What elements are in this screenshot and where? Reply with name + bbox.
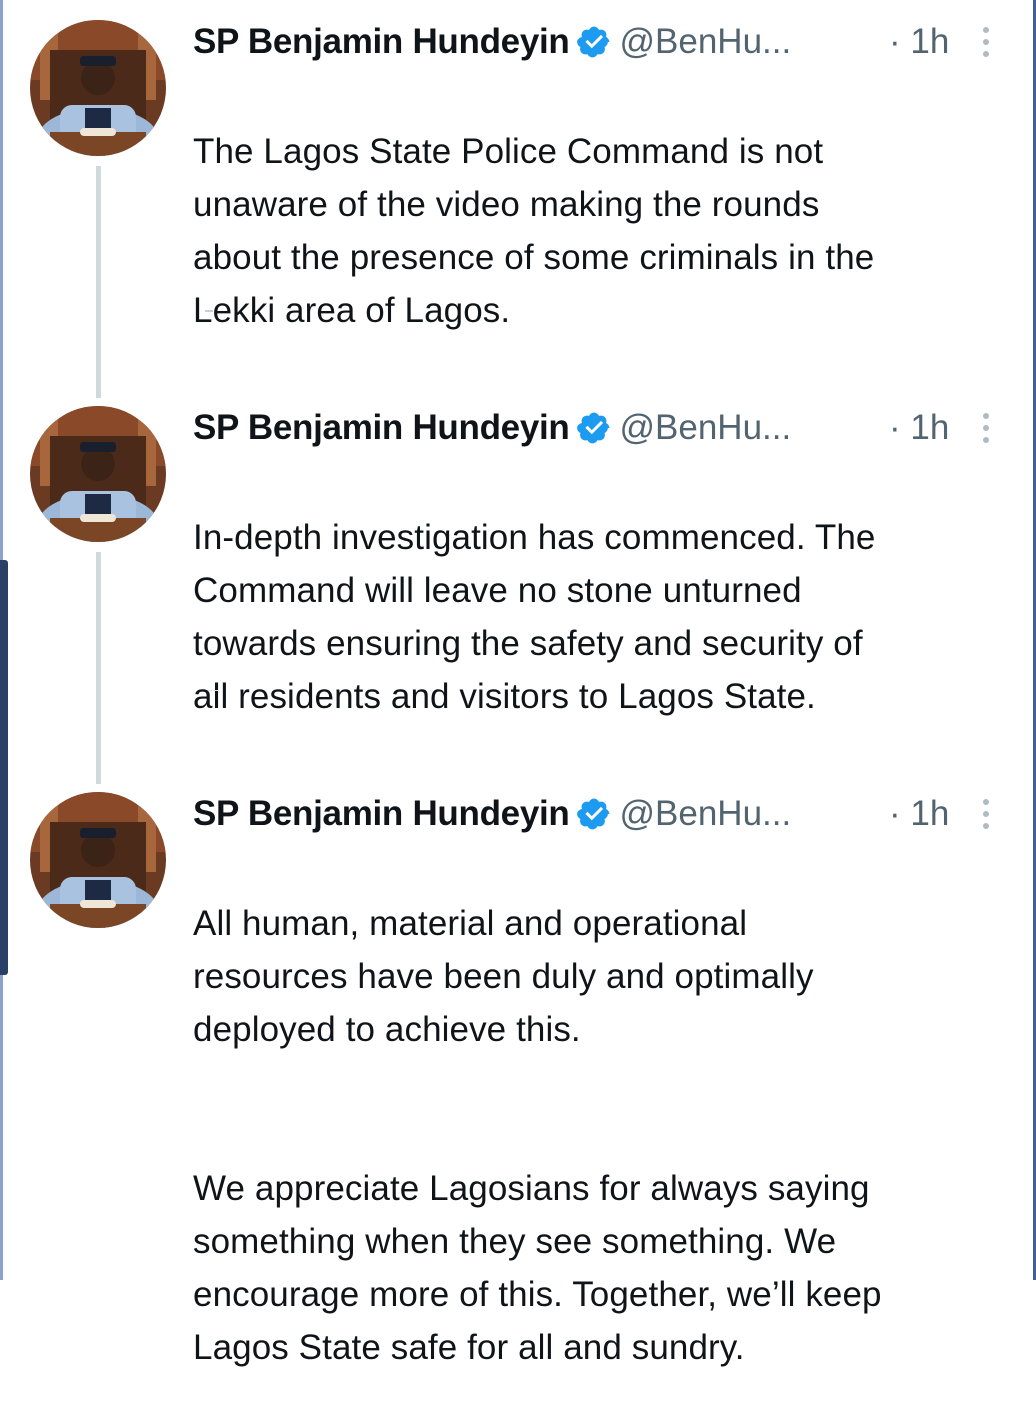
tweet-timestamp[interactable]: · 1h	[889, 20, 949, 64]
author-handle[interactable]: @BenHu...	[620, 22, 792, 62]
tweet-text: The Lagos State Police Command is not un…	[193, 72, 1013, 390]
tweet-text: All human, material and operational reso…	[193, 844, 1013, 1427]
author-name[interactable]: SP Benjamin Hundeyin	[193, 794, 570, 834]
tweet[interactable]: SP Benjamin Hundeyin @BenHu... · 1h The …	[0, 0, 1036, 390]
tweet-content: SP Benjamin Hundeyin @BenHu... · 1h In-d…	[193, 406, 1013, 776]
tweet-content: SP Benjamin Hundeyin @BenHu... · 1h The …	[193, 20, 1013, 390]
faded-action-mark	[208, 690, 218, 691]
tweet[interactable]: SP Benjamin Hundeyin @BenHu... · 1h In-d…	[0, 386, 1036, 776]
avatar-image	[30, 406, 166, 542]
avatar[interactable]	[30, 792, 166, 928]
more-vertical-icon[interactable]	[978, 794, 994, 834]
tweet-text: In-depth investigation has commenced. Th…	[193, 458, 1013, 776]
avatar[interactable]	[30, 406, 166, 542]
tweet-paragraph: In-depth investigation has commenced. Th…	[193, 518, 876, 716]
tweet-timestamp[interactable]: · 1h	[889, 792, 949, 836]
more-vertical-icon[interactable]	[978, 22, 994, 62]
avatar-image	[30, 20, 166, 156]
author-name[interactable]: SP Benjamin Hundeyin	[193, 408, 570, 448]
verified-badge-icon	[576, 798, 609, 830]
tweet-timestamp[interactable]: · 1h	[889, 406, 949, 450]
faded-action-mark	[205, 310, 213, 312]
tweet-paragraph: All human, material and operational reso…	[193, 904, 814, 1049]
tweet[interactable]: SP Benjamin Hundeyin @BenHu... · 1h All …	[0, 772, 1036, 1367]
author-handle[interactable]: @BenHu...	[620, 794, 792, 834]
verified-badge-icon	[576, 26, 609, 58]
tweet-paragraph: The Lagos State Police Command is not un…	[193, 132, 875, 330]
tweet-content: SP Benjamin Hundeyin @BenHu... · 1h All …	[193, 792, 1013, 1427]
more-vertical-icon[interactable]	[978, 408, 994, 448]
avatar-image	[30, 792, 166, 928]
tweet-paragraph: We appreciate Lagosians for always sayin…	[193, 1169, 882, 1367]
verified-badge-icon	[576, 412, 609, 444]
author-handle[interactable]: @BenHu...	[620, 408, 792, 448]
avatar[interactable]	[30, 20, 166, 156]
author-name[interactable]: SP Benjamin Hundeyin	[193, 22, 570, 62]
